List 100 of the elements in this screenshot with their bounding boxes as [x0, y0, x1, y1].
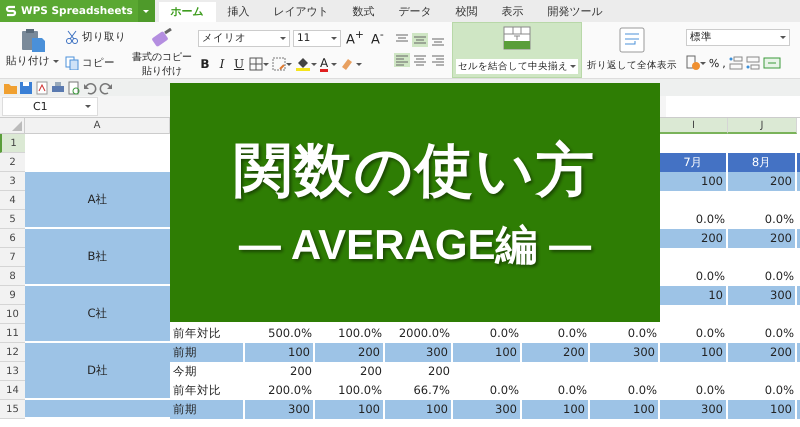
table-cell-text: 0.0% [556, 325, 588, 342]
row-header[interactable]: 9 [0, 286, 25, 305]
cell-name-box[interactable]: C1 [2, 97, 98, 116]
table-cell-text: 0.0% [764, 325, 795, 342]
ribbon-tab[interactable]: 表示 [490, 2, 536, 22]
column-header[interactable]: A [25, 118, 170, 134]
align-icon[interactable] [394, 53, 410, 67]
table-cell: 300 [728, 286, 797, 305]
table-cell: 10 [660, 286, 728, 305]
table-cell: 前期 [170, 343, 245, 362]
row-header[interactable]: 14 [0, 381, 25, 400]
row-header[interactable]: 4 [0, 191, 25, 210]
table-cell: 100 [590, 400, 660, 419]
table-cell: 100 [453, 343, 522, 362]
pdf-export-icon[interactable] [35, 80, 49, 94]
row-header[interactable]: 8 [0, 267, 25, 286]
ribbon-tab[interactable]: データ [386, 2, 444, 22]
table-cell: 200 [728, 343, 797, 362]
decrease-font-button[interactable]: A$^{-}$ [368, 28, 386, 48]
number-format-select[interactable]: 標準 [686, 28, 790, 46]
dropdown-icon [85, 105, 91, 108]
logo-icon [5, 5, 17, 17]
decrease-decimal-icon[interactable] [746, 56, 760, 70]
paste-button[interactable]: 貼り付け [6, 54, 59, 68]
fill-color-icon[interactable] [295, 57, 317, 72]
table-cell-text: 100.0% [337, 382, 383, 399]
row-header[interactable]: 1 [0, 134, 25, 153]
row-header[interactable]: 3 [0, 172, 25, 191]
bold-button[interactable]: B [198, 57, 212, 72]
table-cell: 前期 [170, 400, 245, 419]
eraser-icon[interactable] [340, 57, 362, 72]
cell-style-icon[interactable] [272, 57, 292, 72]
row-header[interactable]: 15 [0, 400, 25, 419]
redo-icon[interactable] [99, 80, 113, 94]
table-cell-text: 0.0% [488, 325, 520, 342]
select-all-icon [12, 121, 22, 131]
table-cell: 100 [728, 400, 797, 419]
table-cell: 200 [522, 343, 590, 362]
print-preview-icon[interactable] [67, 80, 81, 94]
align-icon[interactable] [430, 53, 446, 67]
table-cell-text: 0.0% [764, 211, 795, 228]
ribbon-tab[interactable]: 校閲 [444, 2, 490, 22]
increase-decimal-icon[interactable] [728, 56, 743, 70]
save-icon[interactable] [19, 80, 33, 94]
row-header[interactable]: 11 [0, 324, 25, 343]
table-cell-text: 0.0% [626, 325, 658, 342]
banner-subtitle: — AVERAGE編 — [238, 220, 592, 270]
clipboard-icon [20, 28, 46, 52]
cut-button[interactable]: 切り取り [65, 30, 126, 44]
row-header[interactable]: 5 [0, 210, 25, 229]
percent-button[interactable]: % [708, 56, 720, 70]
number-box-icon[interactable] [762, 57, 781, 70]
row-header[interactable]: 13 [0, 362, 25, 381]
align-icon[interactable] [412, 33, 428, 47]
table-cell: 300 [385, 343, 453, 362]
copy-button[interactable]: コピー [65, 56, 126, 70]
table-cell: 200 [728, 229, 797, 248]
ribbon-tab[interactable]: 開発ツール [536, 2, 615, 22]
currency-format-icon[interactable] [686, 55, 706, 72]
merge-center-button[interactable]: セルを結合して中央揃え [452, 22, 582, 78]
dropdown-icon[interactable] [331, 62, 338, 66]
row-header[interactable]: 7 [0, 248, 25, 267]
borders-icon[interactable] [249, 57, 269, 72]
ribbon-tab[interactable]: 挿入 [216, 2, 262, 22]
font-color-button[interactable]: A [320, 56, 328, 72]
company-cell: D社 [25, 343, 170, 400]
table-cell: 7月 [660, 153, 728, 172]
dropdown-icon [780, 36, 786, 39]
banner-title: 関数の使い方 [234, 134, 596, 204]
table-cell-text: 2000.0% [398, 325, 451, 342]
printer-icon[interactable] [51, 80, 65, 94]
table-cell: 200 [660, 229, 728, 248]
increase-font-button[interactable]: A$^{+}$ [344, 28, 366, 48]
table-cell: 200 [728, 172, 797, 191]
row-header[interactable]: 12 [0, 343, 25, 362]
column-header[interactable]: I [660, 118, 728, 134]
column-header[interactable]: J [728, 118, 797, 134]
comma-button[interactable]: , [722, 56, 726, 70]
table-cell-text: 0.0% [694, 268, 726, 285]
row-header[interactable]: 2 [0, 153, 25, 172]
wrap-text-button[interactable]: 折り返して全体表示 [584, 22, 680, 78]
row-header[interactable]: 6 [0, 229, 25, 248]
underline-button[interactable]: U [232, 57, 246, 72]
font-select[interactable]: メイリオ [198, 30, 290, 47]
row-header[interactable]: 10 [0, 305, 25, 324]
table-cell-text: 0.0% [626, 382, 658, 399]
format-painter-button[interactable]: 書式のコピー 貼り付け [132, 22, 192, 78]
ribbon-tab[interactable]: ホーム [158, 2, 216, 22]
table-cell-text: 200.0% [267, 382, 313, 399]
table-cell-text: 66.7% [412, 382, 451, 399]
ribbon-tab[interactable]: レイアウト [262, 2, 341, 22]
align-icon[interactable] [412, 53, 428, 67]
company-cell: A社 [25, 172, 170, 229]
undo-icon[interactable] [83, 80, 97, 94]
table-cell-text: 0.0% [694, 382, 726, 399]
ribbon-tab[interactable]: 数式 [340, 2, 387, 22]
font-size-select[interactable]: 11 [293, 30, 341, 47]
formula-input[interactable] [666, 96, 800, 117]
italic-button[interactable]: I [215, 57, 229, 72]
dropdown-icon [143, 10, 150, 12]
